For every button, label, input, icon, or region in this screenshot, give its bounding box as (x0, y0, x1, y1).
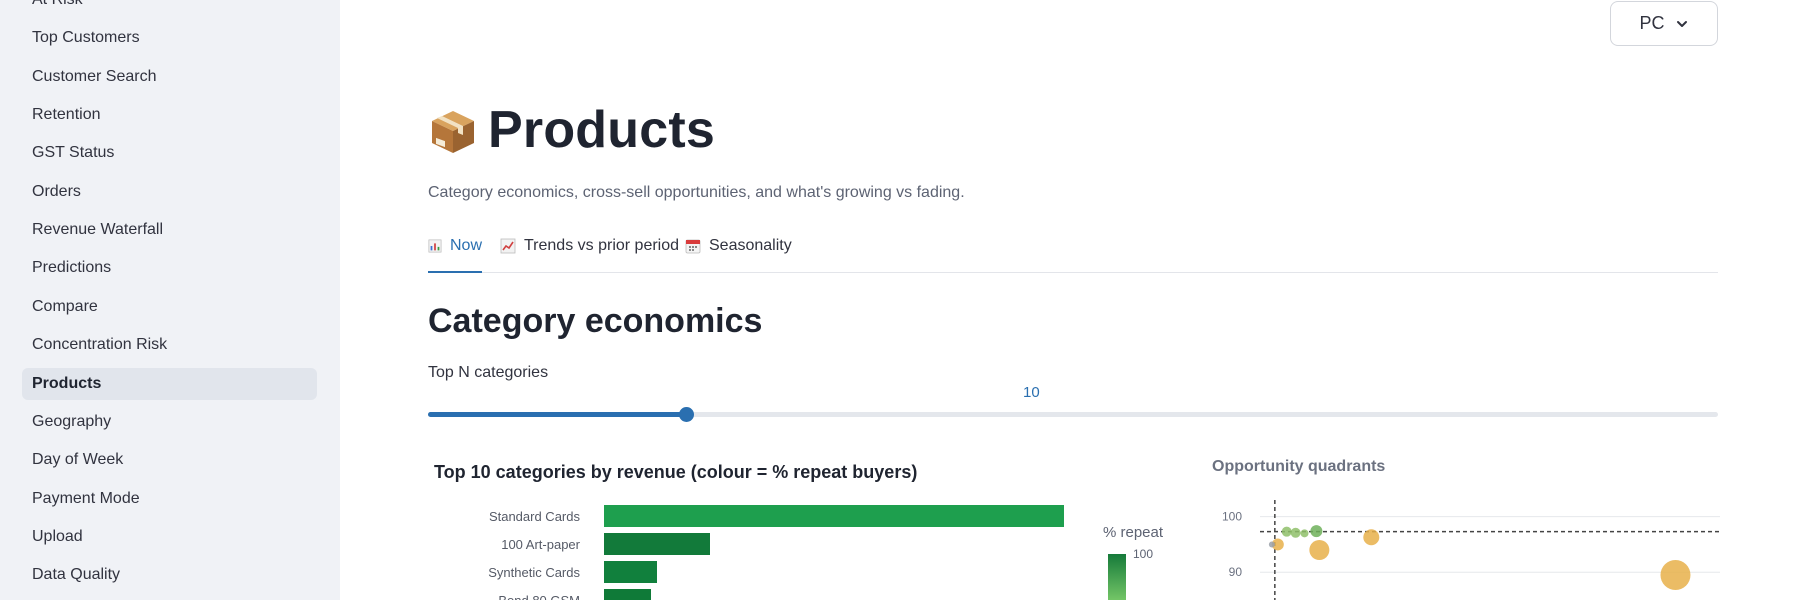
scatter-point[interactable] (1363, 529, 1380, 546)
sidebar-item-label: Top Customers (32, 29, 140, 46)
sidebar-item-concentration-risk[interactable]: Concentration Risk (22, 329, 317, 361)
sidebar-item-label: Products (32, 375, 102, 392)
main-content: PC Products Category economics, cross-se… (340, 0, 1800, 600)
sidebar-item-label: Geography (32, 413, 112, 430)
scatter-point[interactable] (1268, 541, 1275, 548)
bar-label: Bond 80 GSM (428, 593, 580, 600)
sidebar-item-label: Predictions (32, 259, 112, 276)
sidebar-item-at-risk[interactable]: At Risk (22, 0, 317, 16)
bar[interactable] (604, 533, 710, 555)
sidebar: At Risk Top Customers Customer Search Re… (0, 0, 340, 600)
sidebar-item-label: Retention (32, 106, 101, 123)
sidebar-item-label: Concentration Risk (32, 336, 168, 353)
scatter-point[interactable] (1309, 540, 1330, 560)
sidebar-item-label: Day of Week (32, 451, 124, 468)
scatter-point[interactable] (1660, 560, 1691, 590)
bar[interactable] (604, 505, 1064, 527)
scatter-chart: 100 90 (1222, 500, 1720, 600)
scatter-point[interactable] (1300, 529, 1309, 538)
sidebar-item-payment-mode[interactable]: Payment Mode (22, 483, 317, 515)
sidebar-item-label: Revenue Waterfall (32, 221, 164, 238)
sidebar-item-label: At Risk (32, 0, 83, 9)
sidebar-item-customer-search[interactable]: Customer Search (22, 61, 317, 93)
sidebar-item-products[interactable]: Products (22, 368, 317, 400)
sidebar-item-compare[interactable]: Compare (22, 291, 317, 323)
sidebar-item-geography[interactable]: Geography (22, 406, 317, 438)
sidebar-item-revenue-waterfall[interactable]: Revenue Waterfall (22, 214, 317, 246)
chevron-down-icon (1676, 20, 1687, 27)
scatter-point[interactable] (1281, 526, 1292, 537)
bar[interactable] (604, 561, 657, 583)
bar-label: Synthetic Cards (488, 565, 580, 580)
sidebar-item-label: Customer Search (32, 68, 157, 85)
legend-tick-max: 100 (1133, 547, 1154, 561)
y-tick-label: 100 (1222, 510, 1242, 524)
scatter-point[interactable] (1310, 525, 1323, 538)
sidebar-item-label: Orders (32, 183, 81, 200)
sidebar-item-orders[interactable]: Orders (22, 176, 317, 208)
legend-title: % repeat (1103, 524, 1164, 541)
sidebar-item-label: Data Quality (32, 566, 121, 583)
profile-select[interactable]: PC (1610, 1, 1718, 46)
bar-chart: Standard Cards 100 Art-paper Synthetic Car… (428, 0, 1064, 600)
scatter-point[interactable] (1290, 527, 1301, 538)
sidebar-item-label: Compare (32, 298, 98, 315)
bar[interactable] (604, 589, 652, 600)
bar-label: Standard Cards (488, 509, 580, 524)
sidebar-item-label: Payment Mode (32, 490, 140, 507)
sidebar-item-retention[interactable]: Retention (22, 99, 317, 131)
sidebar-item-data-quality[interactable]: Data Quality (22, 559, 317, 591)
sidebar-item-label: Upload (32, 528, 83, 545)
sidebar-item-predictions[interactable]: Predictions (22, 252, 317, 284)
profile-select-value: PC (1639, 13, 1665, 33)
sidebar-item-gst-status[interactable]: GST Status (22, 137, 317, 169)
sidebar-item-top-customers[interactable]: Top Customers (22, 22, 317, 54)
sidebar-item-upload[interactable]: Upload (22, 521, 317, 553)
y-tick-label: 90 (1229, 565, 1243, 579)
legend-color-scale (1108, 554, 1126, 600)
bar-label: 100 Art-paper (501, 537, 580, 552)
sidebar-item-label: GST Status (32, 144, 115, 161)
sidebar-item-day-of-week[interactable]: Day of Week (22, 444, 317, 476)
scatter-chart-title: Opportunity quadrants (1212, 458, 1386, 475)
